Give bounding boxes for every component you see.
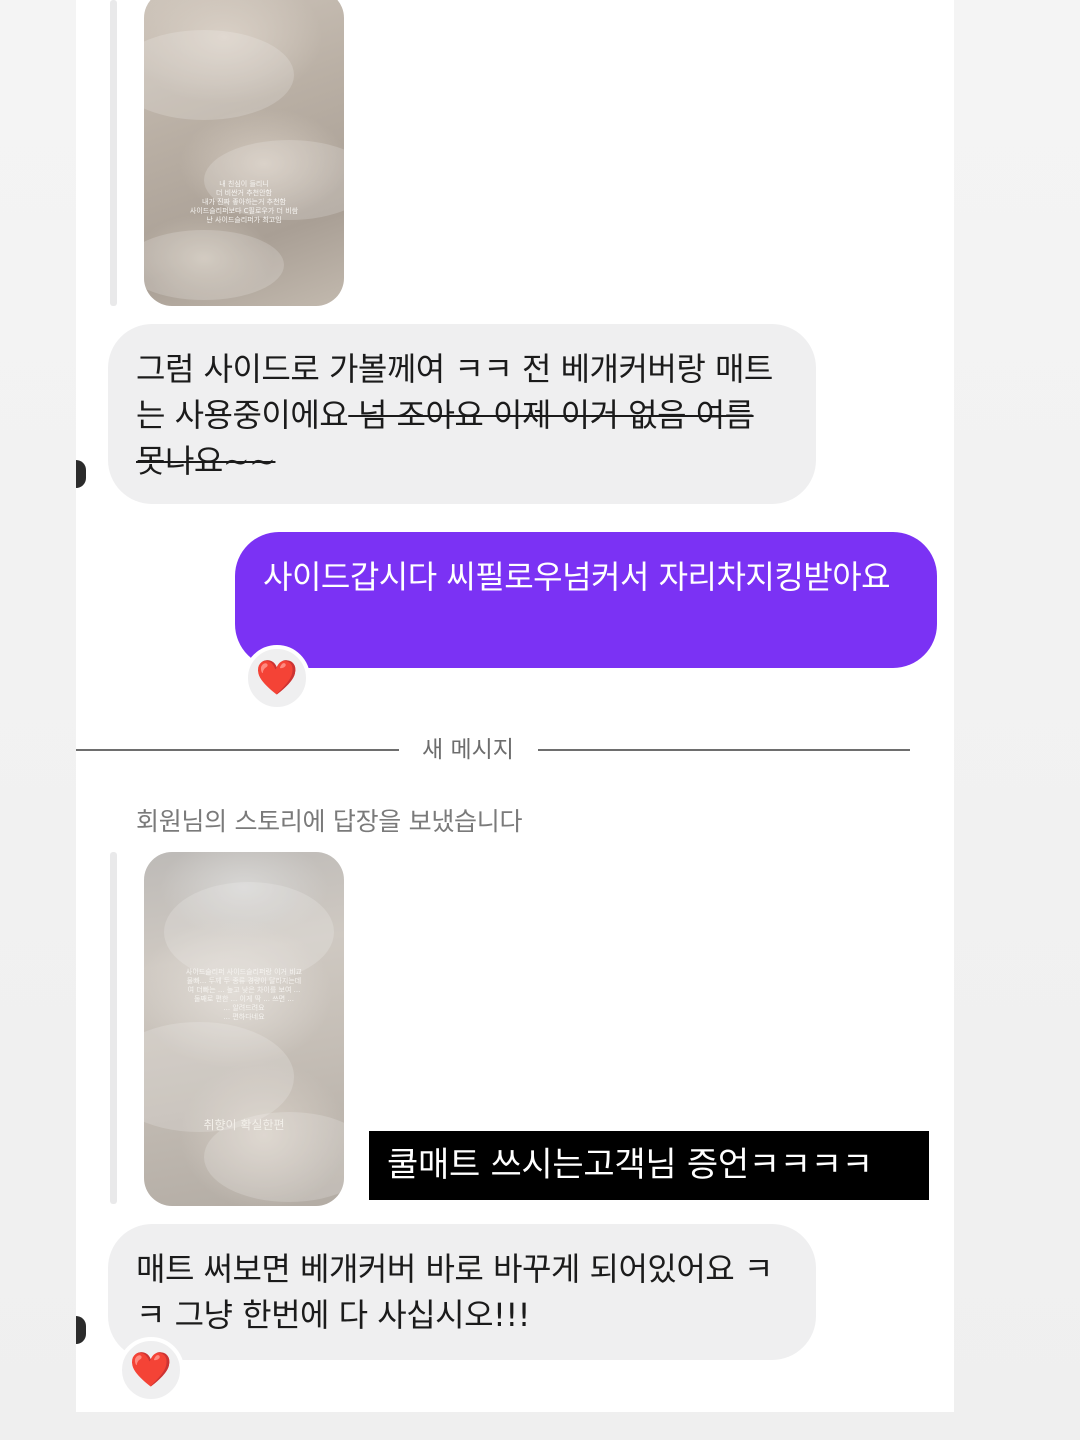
message-text: 매트 써보면 베개커버 바로 바꾸게 되어있어요 ㅋㅋ 그냥 한번에 다 사십시… (136, 1250, 773, 1334)
pillow-fold (144, 230, 284, 300)
incoming-message-bubble[interactable]: 그럼 사이드로 가볼께여 ㅋㅋ 전 베개커버랑 매트는 사용중이에요 넘 조아요… (108, 324, 816, 504)
story-thumbnail[interactable]: 내 친심이 들리니 더 비싼거 추천안함 내가 진짜 좋아하는거 추천함 사이드… (144, 0, 344, 306)
heart-reaction-icon[interactable]: ❤️ (118, 1337, 184, 1403)
story-reply-quote-bar (110, 852, 117, 1204)
story-caption-line: 여 더빠는 ... 높고 낮은 차이를 보여 ... (187, 986, 301, 994)
story-caption-line: ... 알려드려요 (223, 1004, 265, 1012)
story-caption-line: 사이드슬리퍼 사이드슬리퍼랑 이거 비교 (185, 968, 303, 976)
story-reply-notice: 회원님의 스토리에 답장을 보냈습니다 (136, 807, 523, 836)
pillow-fold (164, 882, 334, 982)
story-caption: 내 친심이 들리니 더 비싼거 추천안함 내가 진짜 좋아하는거 추천함 사이드… (144, 180, 344, 225)
story-caption: 사이드슬리퍼 사이드슬리퍼랑 이거 비교 물빠... 두께 두 종류 경량이 달… (144, 968, 344, 1022)
divider-line-left (76, 749, 399, 751)
story-reply-quote-bar (110, 0, 117, 306)
outgoing-message-bubble[interactable]: 사이드갑시다 씨필로우넘커서 자리차지킹받아요 (235, 532, 937, 668)
divider-line-right (538, 749, 910, 751)
story-caption-line: 사이드슬리퍼보다 C필로우가 더 비쌈 (189, 207, 299, 215)
incoming-message-bubble[interactable]: 매트 써보면 베개커버 바로 바꾸게 되어있어요 ㅋㅋ 그냥 한번에 다 사십시… (108, 1224, 816, 1360)
message-text: 사이드갑시다 씨필로우넘커서 자리차지킹받아요 (263, 558, 891, 596)
story-caption-line: 난 사이드슬리퍼가 최고임 (206, 216, 282, 224)
story-caption-line: ... 편하다네요 (223, 1013, 265, 1021)
screenshot-stage: 내 친심이 들리니 더 비싼거 추천안함 내가 진짜 좋아하는거 추천함 사이드… (0, 0, 1080, 1440)
heart-reaction-icon[interactable]: ❤️ (244, 645, 310, 711)
new-messages-divider-label: 새 메시지 (422, 737, 514, 763)
story-caption-line: 내 친심이 들리니 (219, 180, 269, 188)
story-caption-line: 더 비싼거 추천안함 (216, 189, 272, 197)
story-caption-line: 둘째로 편한 ... 이게 딱 ... 쓰면 ... (193, 995, 294, 1003)
pillow-fold (144, 30, 294, 120)
story-sticker-text: 취향이 확실한편 (203, 1118, 285, 1132)
story-caption-line: 내가 진짜 좋아하는거 추천함 (202, 198, 286, 206)
story-caption-line: 물빠... 두께 두 종류 경량이 달라지는데 (186, 977, 302, 985)
overlay-caption: 쿨매트 쓰시는고객님 증언ㅋㅋㅋㅋ (369, 1131, 929, 1200)
story-thumbnail[interactable]: 사이드슬리퍼 사이드슬리퍼랑 이거 비교 물빠... 두께 두 종류 경량이 달… (144, 852, 344, 1206)
